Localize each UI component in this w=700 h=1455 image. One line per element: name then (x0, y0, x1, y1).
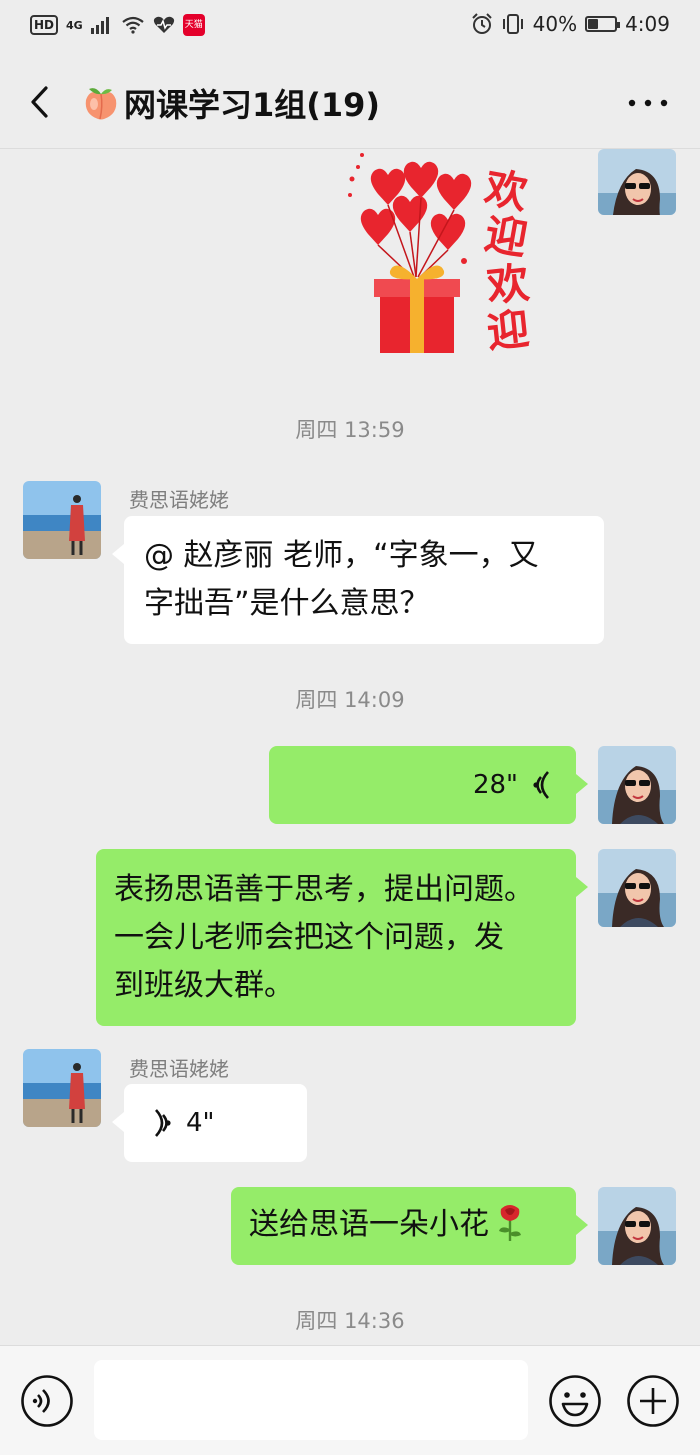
voice-duration: 4" (186, 1108, 215, 1138)
timestamp: 周四 14:09 (295, 688, 405, 712)
message-text: 送给思语一朵小花 (249, 1207, 489, 1242)
network-type: 4G (66, 18, 83, 32)
hd-indicator: HD (30, 15, 59, 35)
member-avatar[interactable] (23, 481, 101, 559)
status-right: 40% 4:09 (471, 12, 670, 36)
self-avatar[interactable] (598, 746, 676, 824)
sticker-char: 欢 (480, 163, 532, 219)
message-bubble[interactable]: @ 赵彦丽 老师，“字象一，又 字拙吾”是什么意思？ (112, 516, 604, 644)
timestamp: 周四 13:59 (295, 418, 405, 442)
health-heart-icon (153, 16, 174, 33)
voice-input-toggle-button[interactable] (20, 1374, 74, 1428)
self-avatar[interactable] (598, 1187, 676, 1265)
voice-mode-icon (21, 1375, 73, 1427)
sticker-char: 迎 (484, 304, 531, 357)
message-text-line: @ 赵彦丽 老师，“字象一，又 (144, 538, 539, 573)
rose-icon (499, 1205, 521, 1241)
smiley-icon (549, 1375, 601, 1427)
emoji-button[interactable] (548, 1374, 602, 1428)
alarm-icon (471, 13, 492, 34)
voice-duration: 28" (472, 770, 518, 800)
woman-sunglasses-avatar (598, 149, 676, 215)
plus-icon (627, 1375, 679, 1427)
clock: 4:09 (625, 12, 670, 36)
voice-wave-icon (155, 1109, 171, 1137)
battery-icon (585, 16, 621, 32)
tmall-app-icon: 天猫 (182, 14, 205, 36)
voice-message-bubble[interactable]: 28" (269, 746, 588, 824)
voice-wave-icon (533, 771, 549, 799)
chat-title: 网课学习1组(19) (82, 80, 380, 126)
self-avatar[interactable] (598, 849, 676, 927)
woman-sunglasses-avatar (598, 1187, 676, 1265)
welcome-sticker: 欢迎欢迎 (348, 153, 532, 357)
status-bar: HD 4G 天猫 40% 4:09 (0, 0, 700, 56)
sticker-char: 迎 (481, 209, 531, 265)
message-input[interactable] (94, 1360, 528, 1440)
more-dots-icon (628, 99, 668, 107)
signal-icon (90, 17, 109, 34)
peach-emoji-icon (85, 88, 117, 120)
self-avatar[interactable] (598, 149, 676, 215)
chevron-left-icon (31, 86, 48, 118)
sender-name: 费思语姥姥 (129, 488, 229, 512)
chat-title-text: 网课学习1组(19) (124, 86, 381, 124)
vibrate-icon (502, 14, 523, 34)
message-list[interactable]: 欢迎欢迎 周四 13:59 费思语姥姥 @ 赵彦丽 老师，“字象一，又 字拙吾”… (0, 149, 700, 1345)
beach-person-avatar (23, 481, 101, 559)
message-text-line: 到班级大群。 (114, 968, 294, 1003)
input-toolbar (0, 1345, 700, 1455)
woman-sunglasses-avatar (598, 746, 676, 824)
member-avatar[interactable] (23, 1049, 101, 1127)
timestamp: 周四 14:36 (295, 1309, 405, 1333)
woman-sunglasses-avatar (598, 849, 676, 927)
chat-header: 网课学习1组(19) (0, 56, 700, 149)
voice-message-bubble[interactable]: 4" (112, 1084, 307, 1162)
message-bubble[interactable]: 表扬思语善于思考，提出问题。 一会儿老师会把这个问题，发 到班级大群。 (96, 849, 588, 1026)
back-button[interactable] (20, 78, 64, 126)
sender-name: 费思语姥姥 (129, 1057, 229, 1081)
beach-person-avatar (23, 1049, 101, 1127)
sticker-message[interactable]: 欢迎欢迎 (336, 149, 556, 364)
message-bubble[interactable]: 送给思语一朵小花 (231, 1187, 588, 1265)
message-text-line: 一会儿老师会把这个问题，发 (114, 920, 504, 955)
status-left: HD 4G 天猫 (30, 14, 205, 36)
message-text-line: 字拙吾”是什么意思？ (144, 586, 430, 621)
message-text-line: 表扬思语善于思考，提出问题。 (114, 872, 534, 907)
battery-percent: 40% (532, 12, 578, 36)
wifi-icon (122, 16, 144, 34)
more-functions-button[interactable] (626, 1374, 680, 1428)
more-options-button[interactable] (624, 86, 672, 120)
